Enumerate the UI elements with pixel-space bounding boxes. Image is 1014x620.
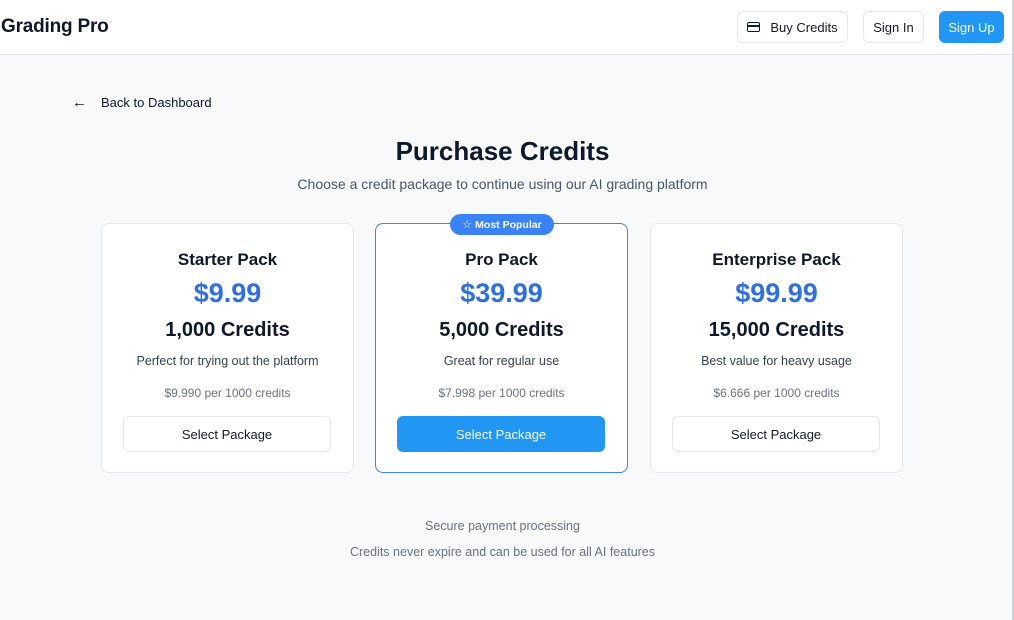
package-description: Perfect for trying out the platform — [136, 354, 319, 368]
credit-card-icon — [747, 22, 761, 32]
package-credits: 1,000 Credits — [165, 319, 290, 341]
select-package-button-pro[interactable]: Select Package — [397, 416, 605, 452]
sign-in-button[interactable]: Sign In — [863, 11, 924, 43]
package-price: $99.99 — [735, 278, 818, 308]
top-nav-bar: Grading Pro Buy Credits Sign In Sign Up — [0, 0, 1014, 55]
package-price: $9.99 — [193, 278, 262, 308]
package-name: Pro Pack — [465, 250, 538, 269]
package-rate: $7.998 per 1000 credits — [438, 386, 565, 400]
sign-up-button[interactable]: Sign Up — [939, 11, 1004, 43]
most-popular-badge: ☆ Most Popular — [450, 214, 554, 235]
package-rate: $9.990 per 1000 credits — [164, 386, 291, 400]
package-description: Best value for heavy usage — [701, 354, 852, 368]
package-price: $39.99 — [460, 278, 543, 308]
credits-expiry-note: Credits never expire and can be used for… — [349, 545, 656, 559]
package-credits: 15,000 Credits — [708, 319, 845, 341]
package-card-enterprise: Enterprise Pack $99.99 15,000 Credits Be… — [650, 223, 903, 473]
page-subtitle: Choose a credit package to continue usin… — [297, 176, 708, 192]
back-link-label: Back to Dashboard — [101, 94, 212, 110]
back-to-dashboard-link[interactable]: ← Back to Dashboard — [72, 93, 212, 111]
page-title: Purchase Credits — [395, 136, 610, 166]
select-package-button-enterprise[interactable]: Select Package — [672, 416, 880, 452]
select-package-button-starter[interactable]: Select Package — [123, 416, 331, 452]
buy-credits-button[interactable]: Buy Credits — [737, 11, 848, 43]
package-card-starter: Starter Pack $9.99 1,000 Credits Perfect… — [101, 223, 354, 473]
package-credits: 5,000 Credits — [439, 319, 564, 341]
package-card-pro: ☆ Most Popular Pro Pack $39.99 5,000 Cre… — [375, 214, 628, 473]
secure-payment-note: Secure payment processing — [425, 519, 580, 533]
package-description: Great for regular use — [443, 354, 560, 368]
package-name: Starter Pack — [177, 250, 278, 269]
package-rate: $6.666 per 1000 credits — [713, 386, 840, 400]
buy-credits-label: Buy Credits — [770, 19, 838, 35]
package-name: Enterprise Pack — [712, 250, 841, 269]
app-brand[interactable]: Grading Pro — [1, 16, 109, 38]
arrow-left-icon: ← — [72, 93, 87, 111]
badge-label: Most Popular — [475, 218, 542, 231]
star-icon: ☆ — [462, 219, 473, 231]
